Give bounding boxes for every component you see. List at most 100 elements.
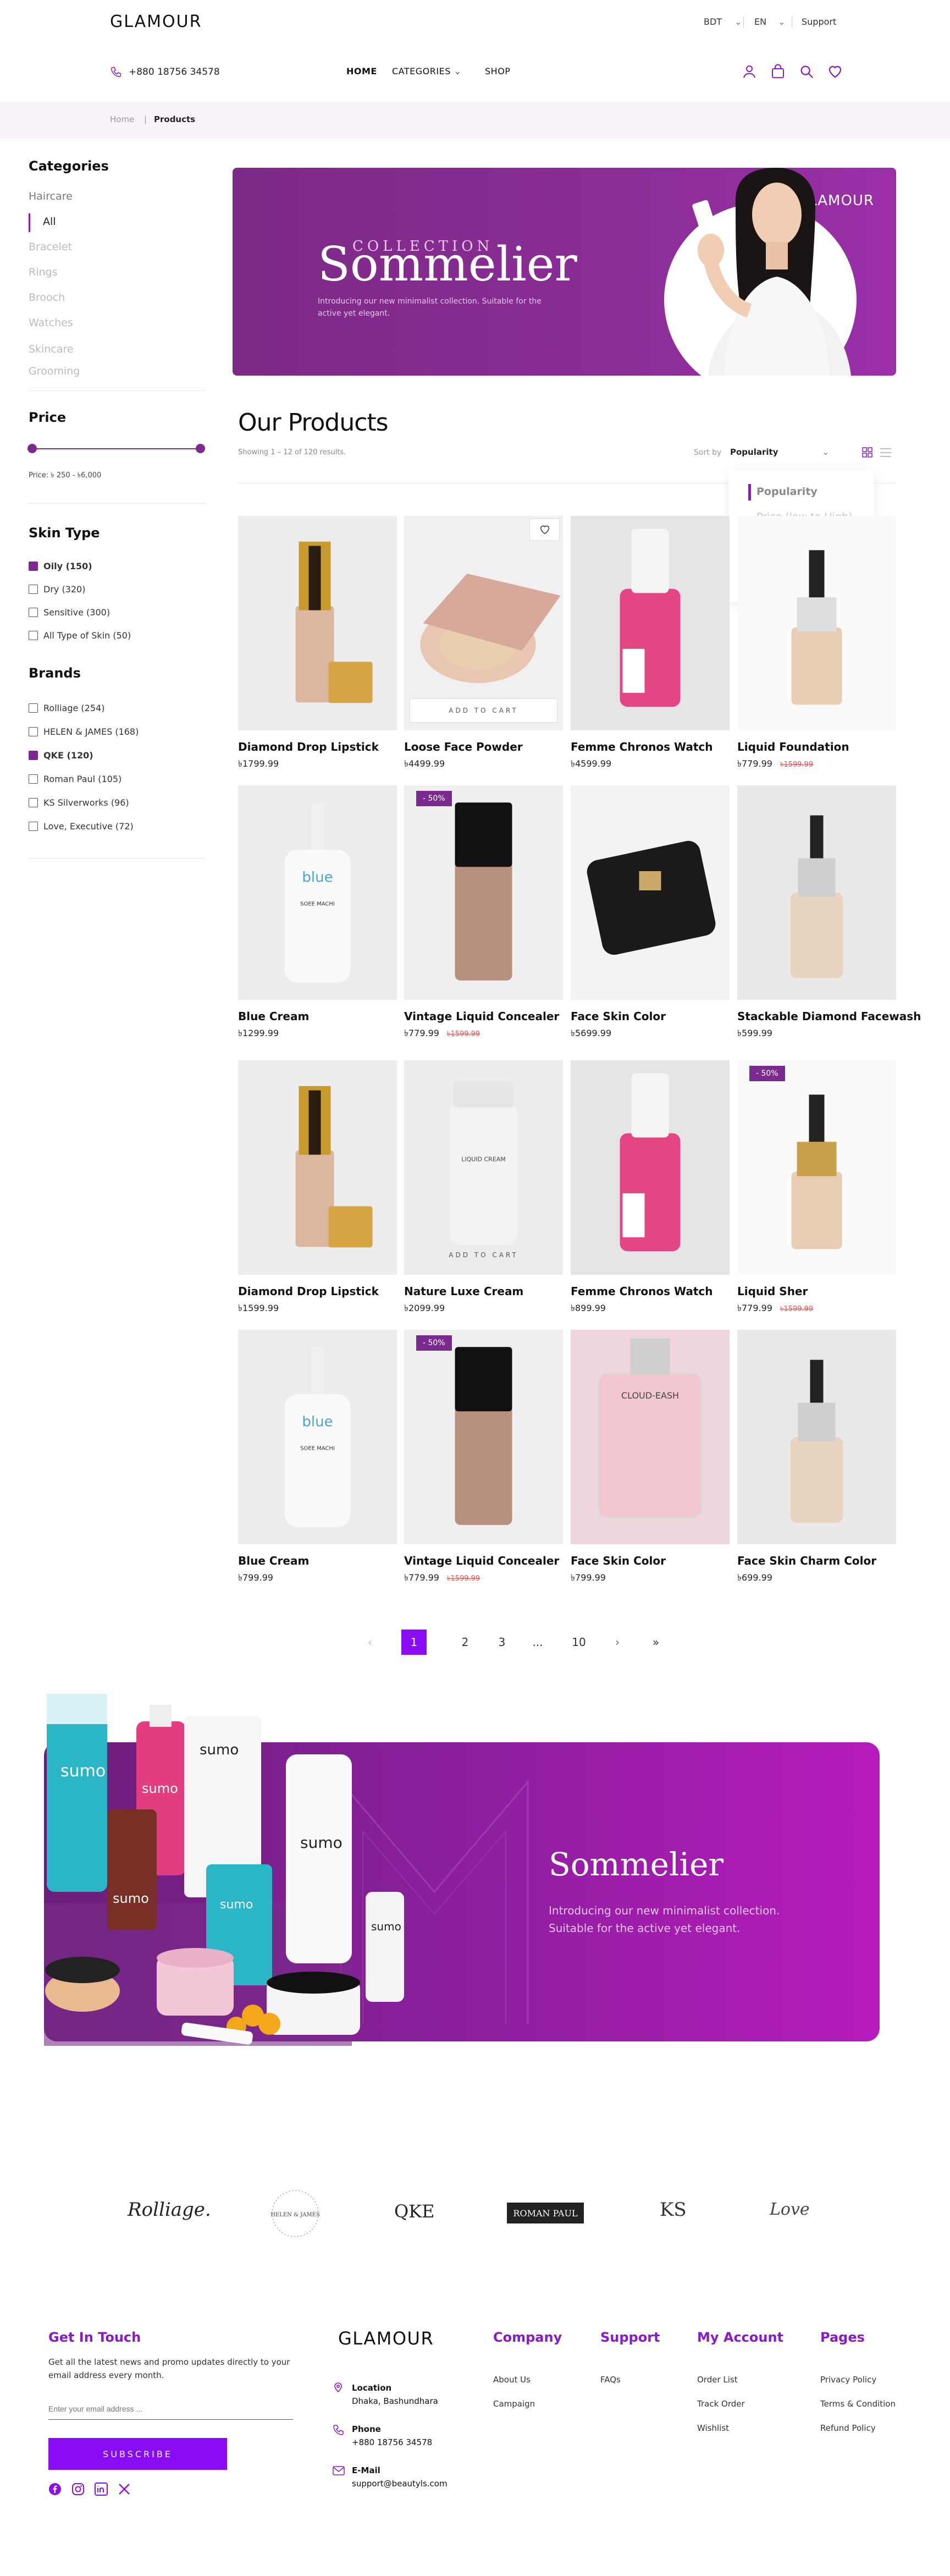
pagination-page[interactable]: 2 xyxy=(452,1630,478,1655)
price-slider-min-handle[interactable] xyxy=(27,444,37,453)
product-card-image[interactable]: CLOUD-EASH xyxy=(571,1330,730,1544)
footer-link[interactable]: Privacy Policy xyxy=(820,2375,876,2385)
product-name[interactable]: Diamond Drop Lipstick xyxy=(238,1285,379,1298)
footer-link[interactable]: Order List xyxy=(697,2375,738,2385)
brand-option[interactable]: Love, Executive (72) xyxy=(29,821,134,832)
product-card-image[interactable]: blue SOEE MACHI xyxy=(238,1330,397,1544)
skin-type-option[interactable]: Sensitive (300) xyxy=(29,607,110,618)
brand-logo-roman-paul[interactable]: ROMAN PAUL xyxy=(507,2203,584,2223)
add-to-cart-button[interactable]: ADD TO CART xyxy=(410,698,557,723)
instagram-icon[interactable] xyxy=(71,2483,85,2496)
product-name[interactable]: Vintage Liquid Concealer xyxy=(404,1010,559,1023)
product-name[interactable]: Diamond Drop Lipstick xyxy=(238,740,379,753)
product-name[interactable]: Blue Cream xyxy=(238,1010,309,1023)
product-card-image[interactable] xyxy=(404,1330,563,1544)
product-name[interactable]: Liquid Foundation xyxy=(737,740,849,753)
category-item[interactable]: Rings xyxy=(29,266,57,278)
product-card-image[interactable] xyxy=(737,1060,896,1275)
checkbox[interactable] xyxy=(29,631,38,640)
checkbox[interactable] xyxy=(29,727,38,736)
pagination-page[interactable]: 10 xyxy=(566,1630,592,1655)
product-card-image[interactable] xyxy=(737,785,896,1000)
product-card-image[interactable] xyxy=(571,785,730,1000)
site-logo[interactable]: GLAMOUR xyxy=(110,12,202,31)
product-name[interactable]: Vintage Liquid Concealer xyxy=(404,1554,559,1567)
category-item[interactable]: Watches xyxy=(29,317,73,329)
footer-link[interactable]: Refund Policy xyxy=(820,2423,876,2433)
grid-view-icon[interactable] xyxy=(862,447,873,458)
checkbox[interactable] xyxy=(29,751,38,760)
category-item[interactable]: Grooming xyxy=(29,365,80,377)
nav-home[interactable]: HOME xyxy=(346,66,377,76)
heart-icon[interactable] xyxy=(827,63,843,80)
brand-option[interactable]: Roman Paul (105) xyxy=(29,774,121,784)
breadcrumb-home[interactable]: Home xyxy=(110,114,134,124)
product-card-image[interactable] xyxy=(571,1060,730,1275)
product-name[interactable]: Face Skin Color xyxy=(571,1010,666,1023)
brand-logo-love[interactable]: Love xyxy=(770,2200,810,2219)
header-phone[interactable]: +880 18756 34578 xyxy=(110,66,220,78)
footer-email-input[interactable] xyxy=(48,2398,293,2420)
user-icon[interactable] xyxy=(741,63,758,80)
footer-link[interactable]: Terms & Condition xyxy=(820,2399,896,2409)
brand-option[interactable]: KS Silverworks (96) xyxy=(29,797,129,808)
checkbox[interactable] xyxy=(29,562,38,571)
product-name[interactable]: Liquid Sher xyxy=(737,1285,808,1298)
checkbox[interactable] xyxy=(29,798,38,807)
footer-link[interactable]: Wishlist xyxy=(697,2423,729,2433)
pagination-page[interactable]: 3 xyxy=(489,1630,515,1655)
sort-select[interactable]: Popularity ⌄ xyxy=(730,447,829,457)
footer-logo[interactable]: GLAMOUR xyxy=(338,2328,434,2349)
product-name[interactable]: Nature Luxe Cream xyxy=(404,1285,523,1298)
category-item[interactable]: All xyxy=(43,216,56,228)
product-name[interactable]: Stackable Diamond Facewash xyxy=(737,1010,921,1023)
pagination-prev[interactable]: ‹ xyxy=(357,1630,383,1655)
brand-option[interactable]: QKE (120) xyxy=(29,750,93,761)
product-card-image[interactable] xyxy=(238,1060,397,1275)
footer-link[interactable]: FAQs xyxy=(600,2375,621,2385)
currency-select[interactable]: BDT ⌄ xyxy=(704,16,742,27)
add-to-cart-button[interactable]: ADD TO CART xyxy=(410,1243,557,1267)
checkbox[interactable] xyxy=(29,774,38,784)
hero-banner[interactable]: COLLECTION Sommelier Introducing our new… xyxy=(233,168,896,376)
category-item[interactable]: Bracelet xyxy=(29,241,72,253)
bag-icon[interactable] xyxy=(770,63,786,80)
checkbox[interactable] xyxy=(29,608,38,617)
product-card-image[interactable] xyxy=(737,516,896,730)
product-name[interactable]: Loose Face Powder xyxy=(404,740,523,753)
skin-type-option[interactable]: All Type of Skin (50) xyxy=(29,630,131,641)
checkbox[interactable] xyxy=(29,822,38,831)
support-link[interactable]: Support xyxy=(802,16,836,27)
footer-link[interactable]: About Us xyxy=(493,2375,531,2385)
product-name[interactable]: Femme Chronos Watch xyxy=(571,1285,713,1298)
sort-option[interactable]: Popularity xyxy=(756,486,818,498)
product-card-image[interactable]: blue SOEE MACHI xyxy=(238,785,397,1000)
language-select[interactable]: EN ⌄ xyxy=(754,16,786,27)
pagination-last[interactable]: » xyxy=(643,1630,669,1655)
product-card-image[interactable] xyxy=(404,785,563,1000)
x-twitter-icon[interactable] xyxy=(118,2483,131,2496)
skin-type-option[interactable]: Oily (150) xyxy=(29,561,92,571)
product-name[interactable]: Femme Chronos Watch xyxy=(571,740,713,753)
category-item[interactable]: Brooch xyxy=(29,291,65,304)
search-icon[interactable] xyxy=(798,63,815,80)
subscribe-button[interactable]: SUBSCRIBE xyxy=(48,2438,227,2470)
product-card-image[interactable] xyxy=(737,1330,896,1544)
nav-categories[interactable]: CATEGORIES ⌄ xyxy=(392,66,461,76)
product-name[interactable]: Face Skin Charm Color xyxy=(737,1554,876,1567)
brand-logo-ks[interactable]: KS xyxy=(660,2199,687,2221)
facebook-icon[interactable] xyxy=(48,2483,62,2496)
product-card-image[interactable] xyxy=(238,516,397,730)
product-name[interactable]: Face Skin Color xyxy=(571,1554,666,1567)
category-item[interactable]: Skincare xyxy=(29,343,74,355)
product-card-image[interactable] xyxy=(571,516,730,730)
price-slider-max-handle[interactable] xyxy=(196,444,205,453)
pagination-page[interactable]: 1 xyxy=(401,1630,427,1655)
product-name[interactable]: Blue Cream xyxy=(238,1554,309,1567)
price-slider-track[interactable] xyxy=(32,448,200,449)
skin-type-option[interactable]: Dry (320) xyxy=(29,584,85,595)
checkbox[interactable] xyxy=(29,703,38,713)
brand-logo-rolliage[interactable]: Rolliage. xyxy=(128,2199,211,2221)
brand-logo-helen-james[interactable]: HELEN & JAMES xyxy=(269,2188,321,2239)
nav-shop[interactable]: SHOP xyxy=(485,66,510,76)
